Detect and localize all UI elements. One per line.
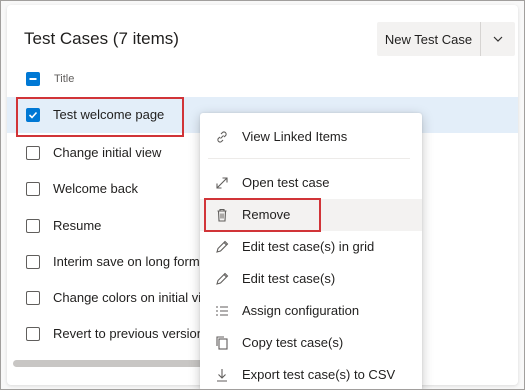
row-title: Change initial view — [53, 145, 162, 160]
row-checkbox[interactable] — [26, 219, 40, 233]
remove-item-highlight — [204, 198, 321, 232]
menu-item-assign-configuration[interactable]: Assign configuration — [200, 295, 422, 327]
new-test-case-dropdown-button[interactable] — [481, 22, 515, 56]
chevron-down-icon — [493, 36, 503, 42]
list-checklist-icon — [216, 306, 228, 316]
row-checkbox[interactable] — [26, 146, 40, 160]
menu-item-label: Copy test case(s) — [242, 335, 344, 350]
menu-divider — [208, 158, 410, 159]
row-title: Revert to previous version — [53, 326, 205, 341]
context-menu: View Linked Items Open test case Remove … — [200, 113, 422, 389]
row-checkbox[interactable] — [26, 255, 40, 269]
menu-item-edit-in-grid[interactable]: Edit test case(s) in grid — [200, 231, 422, 263]
row-title: Welcome back — [53, 181, 139, 196]
menu-item-label: Edit test case(s) — [242, 271, 336, 286]
pencil-icon — [216, 272, 229, 285]
row-title: Resume — [53, 218, 102, 233]
row-title: Change colors on initial view — [53, 290, 218, 305]
copy-icon — [216, 336, 228, 350]
download-icon — [217, 369, 227, 382]
column-header-title[interactable]: Title — [54, 73, 74, 85]
menu-item-edit-test-cases[interactable]: Edit test case(s) — [200, 263, 422, 295]
menu-item-view-linked-items[interactable]: View Linked Items — [200, 121, 422, 153]
menu-item-open-test-case[interactable]: Open test case — [200, 167, 422, 199]
new-test-case-button-group: New Test Case — [377, 22, 515, 56]
expand-arrows-icon — [216, 177, 228, 189]
menu-item-export-csv[interactable]: Export test case(s) to CSV — [200, 359, 422, 389]
menu-item-copy-test-cases[interactable]: Copy test case(s) — [200, 327, 422, 359]
window-frame: Test Cases (7 items) New Test Case Title… — [0, 0, 525, 390]
panel-title: Test Cases (7 items) — [24, 29, 179, 48]
menu-item-label: Edit test case(s) in grid — [242, 239, 375, 254]
menu-item-label: View Linked Items — [242, 129, 348, 144]
row-title: Interim save on long form — [53, 254, 200, 269]
row-checkbox[interactable] — [26, 327, 40, 341]
row-checkbox[interactable] — [26, 182, 40, 196]
menu-item-label: Assign configuration — [242, 303, 360, 318]
row-checkbox[interactable] — [26, 291, 40, 305]
menu-item-label: Open test case — [242, 175, 330, 190]
select-all-checkbox[interactable] — [26, 72, 40, 86]
link-icon — [217, 131, 227, 143]
selected-row-highlight — [16, 97, 184, 137]
grid-header-row: Title — [7, 61, 518, 98]
pencil-icon — [216, 240, 229, 253]
horizontal-scrollbar[interactable] — [13, 360, 226, 367]
menu-item-label: Export test case(s) to CSV — [242, 367, 396, 382]
new-test-case-button[interactable]: New Test Case — [377, 22, 481, 56]
